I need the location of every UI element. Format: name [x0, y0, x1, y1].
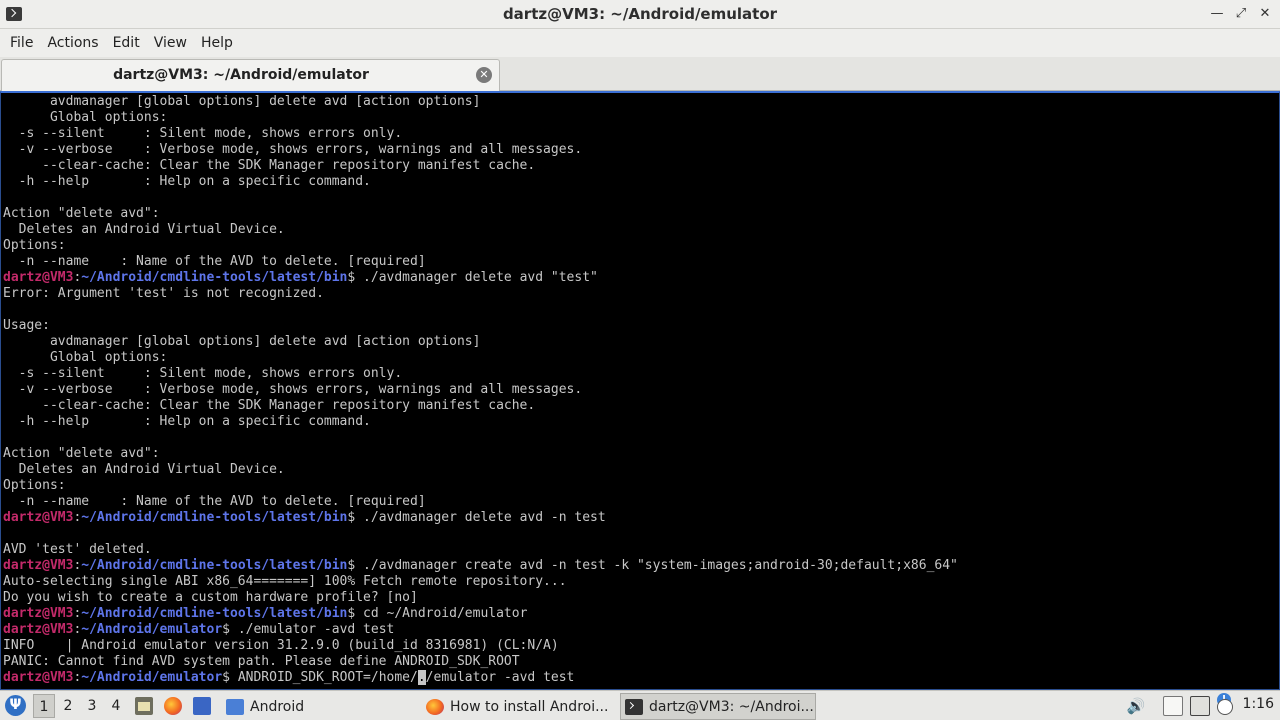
command-text-after-cursor: /emulator -avd test [425, 670, 575, 685]
menu-edit[interactable]: Edit [106, 29, 147, 57]
output-line: Usage: [3, 318, 50, 333]
prompt-user: dartz@VM3 [3, 270, 74, 285]
task-firefox[interactable]: How to install Androi... [422, 693, 618, 720]
output-line: avdmanager [global options] delete avd [… [3, 334, 481, 349]
prompt-line: dartz@VM3:~/Android/emulator$ ./emulator… [3, 622, 395, 637]
prompt-path: ~/Android/cmdline-tools/latest/bin [81, 606, 348, 621]
command-text: $ ./avdmanager create avd -n test -k "sy… [347, 558, 958, 573]
output-line: -h --help : Help on a specific command. [3, 174, 371, 189]
output-line: Options: [3, 478, 66, 493]
task-terminal[interactable]: dartz@VM3: ~/Androi... [620, 693, 816, 720]
folder-icon [226, 698, 244, 715]
task-android-folder[interactable]: Android [222, 693, 418, 720]
volume-icon[interactable]: 🔊 [1126, 696, 1146, 716]
prompt-path: ~/Android/cmdline-tools/latest/bin [81, 558, 348, 573]
output-line: Action "delete avd": [3, 446, 160, 461]
terminal-tab[interactable]: dartz@VM3: ~/Android/emulator ✕ [1, 59, 500, 91]
prompt-user: dartz@VM3 [3, 558, 74, 573]
prompt-path: ~/Android/cmdline-tools/latest/bin [81, 510, 348, 525]
output-line: -h --help : Help on a specific command. [3, 414, 371, 429]
command-text: $ ANDROID_SDK_ROOT=/home/ [222, 670, 418, 685]
output-line: -v --verbose : Verbose mode, shows error… [3, 142, 583, 157]
output-line: Deletes an Android Virtual Device. [3, 462, 285, 477]
tab-close-icon[interactable]: ✕ [476, 67, 492, 83]
window-controls: — ⤢ ✕ [1210, 6, 1272, 22]
task-label: dartz@VM3: ~/Androi... [649, 698, 814, 715]
task-label: How to install Androi... [450, 698, 609, 715]
prompt-user: dartz@VM3 [3, 622, 74, 637]
output-line: -n --name : Name of the AVD to delete. [… [3, 494, 426, 509]
output-line: PANIC: Cannot find AVD system path. Plea… [3, 654, 520, 669]
tab-bar: dartz@VM3: ~/Android/emulator ✕ [0, 57, 1280, 91]
menu-view[interactable]: View [147, 29, 194, 57]
output-line: -v --verbose : Verbose mode, shows error… [3, 382, 583, 397]
command-text: $ ./avdmanager delete avd -n test [347, 510, 606, 525]
prompt-line: dartz@VM3:~/Android/cmdline-tools/latest… [3, 558, 958, 573]
network-icon[interactable] [1190, 696, 1210, 716]
maximize-icon[interactable]: ⤢ [1234, 6, 1248, 22]
start-menu-icon[interactable]: Ψ [5, 695, 26, 716]
terminal-output[interactable]: avdmanager [global options] delete avd [… [0, 91, 1280, 690]
output-line: Options: [3, 238, 66, 253]
output-line: Do you wish to create a custom hardware … [3, 590, 418, 605]
firefox-icon [426, 698, 444, 715]
output-line: Auto-selecting single ABI x86_64=======]… [3, 574, 567, 589]
prompt-line: dartz@VM3:~/Android/cmdline-tools/latest… [3, 606, 528, 621]
workspace-1[interactable]: 1 [33, 694, 55, 718]
prompt-line: dartz@VM3:~/Android/emulator$ ANDROID_SD… [3, 670, 575, 685]
terminal-icon [625, 698, 643, 715]
menu-help[interactable]: Help [194, 29, 240, 57]
tab-label: dartz@VM3: ~/Android/emulator [113, 67, 369, 83]
command-text: $ ./emulator -avd test [222, 622, 395, 637]
output-line: Global options: [3, 350, 168, 365]
output-line: -s --silent : Silent mode, shows errors … [3, 126, 403, 141]
output-line: -n --name : Name of the AVD to delete. [… [3, 254, 426, 269]
workspace-2[interactable]: 2 [57, 694, 79, 718]
clipboard-icon[interactable] [1163, 696, 1183, 716]
clock: 1:16 [1242, 696, 1274, 712]
task-label: Android [250, 698, 305, 715]
output-line: AVD 'test' deleted. [3, 542, 152, 557]
prompt-line: dartz@VM3:~/Android/cmdline-tools/latest… [3, 510, 606, 525]
show-desktop-icon[interactable] [193, 697, 211, 715]
menu-actions[interactable]: Actions [40, 29, 105, 57]
output-line: --clear-cache: Clear the SDK Manager rep… [3, 158, 536, 173]
output-line: avdmanager [global options] delete avd [… [3, 94, 481, 109]
output-line: -s --silent : Silent mode, shows errors … [3, 366, 403, 381]
menu-bar: File Actions Edit View Help [0, 29, 1280, 57]
window-title: dartz@VM3: ~/Android/emulator [502, 5, 778, 23]
firefox-launcher-icon[interactable] [164, 697, 182, 715]
menu-file[interactable]: File [3, 29, 40, 57]
workspace-3[interactable]: 3 [81, 694, 103, 718]
command-text: $ ./avdmanager delete avd "test" [347, 270, 598, 285]
output-line: Action "delete avd": [3, 206, 160, 221]
prompt-path: ~/Android/cmdline-tools/latest/bin [81, 270, 348, 285]
prompt-user: dartz@VM3 [3, 670, 74, 685]
update-icon[interactable] [1217, 699, 1233, 715]
prompt-line: dartz@VM3:~/Android/cmdline-tools/latest… [3, 270, 598, 285]
window-titlebar[interactable]: dartz@VM3: ~/Android/emulator — ⤢ ✕ [0, 0, 1280, 29]
file-manager-icon[interactable] [135, 697, 153, 715]
output-line: INFO | Android emulator version 31.2.9.0… [3, 638, 559, 653]
output-line: Deletes an Android Virtual Device. [3, 222, 285, 237]
output-line: Error: Argument 'test' is not recognized… [3, 286, 324, 301]
output-line: Global options: [3, 110, 168, 125]
taskbar: Ψ 1 2 3 4 Android How to install Androi.… [0, 690, 1280, 720]
prompt-path: ~/Android/emulator [81, 670, 223, 685]
command-text: $ cd ~/Android/emulator [347, 606, 528, 621]
terminal-lines: avdmanager [global options] delete avd [… [3, 94, 958, 686]
minimize-icon[interactable]: — [1210, 6, 1224, 22]
prompt-path: ~/Android/emulator [81, 622, 223, 637]
close-icon[interactable]: ✕ [1258, 6, 1272, 22]
text-cursor: . [417, 670, 426, 685]
workspace-4[interactable]: 4 [105, 694, 127, 718]
prompt-user: dartz@VM3 [3, 606, 74, 621]
output-line: --clear-cache: Clear the SDK Manager rep… [3, 398, 536, 413]
prompt-user: dartz@VM3 [3, 510, 74, 525]
